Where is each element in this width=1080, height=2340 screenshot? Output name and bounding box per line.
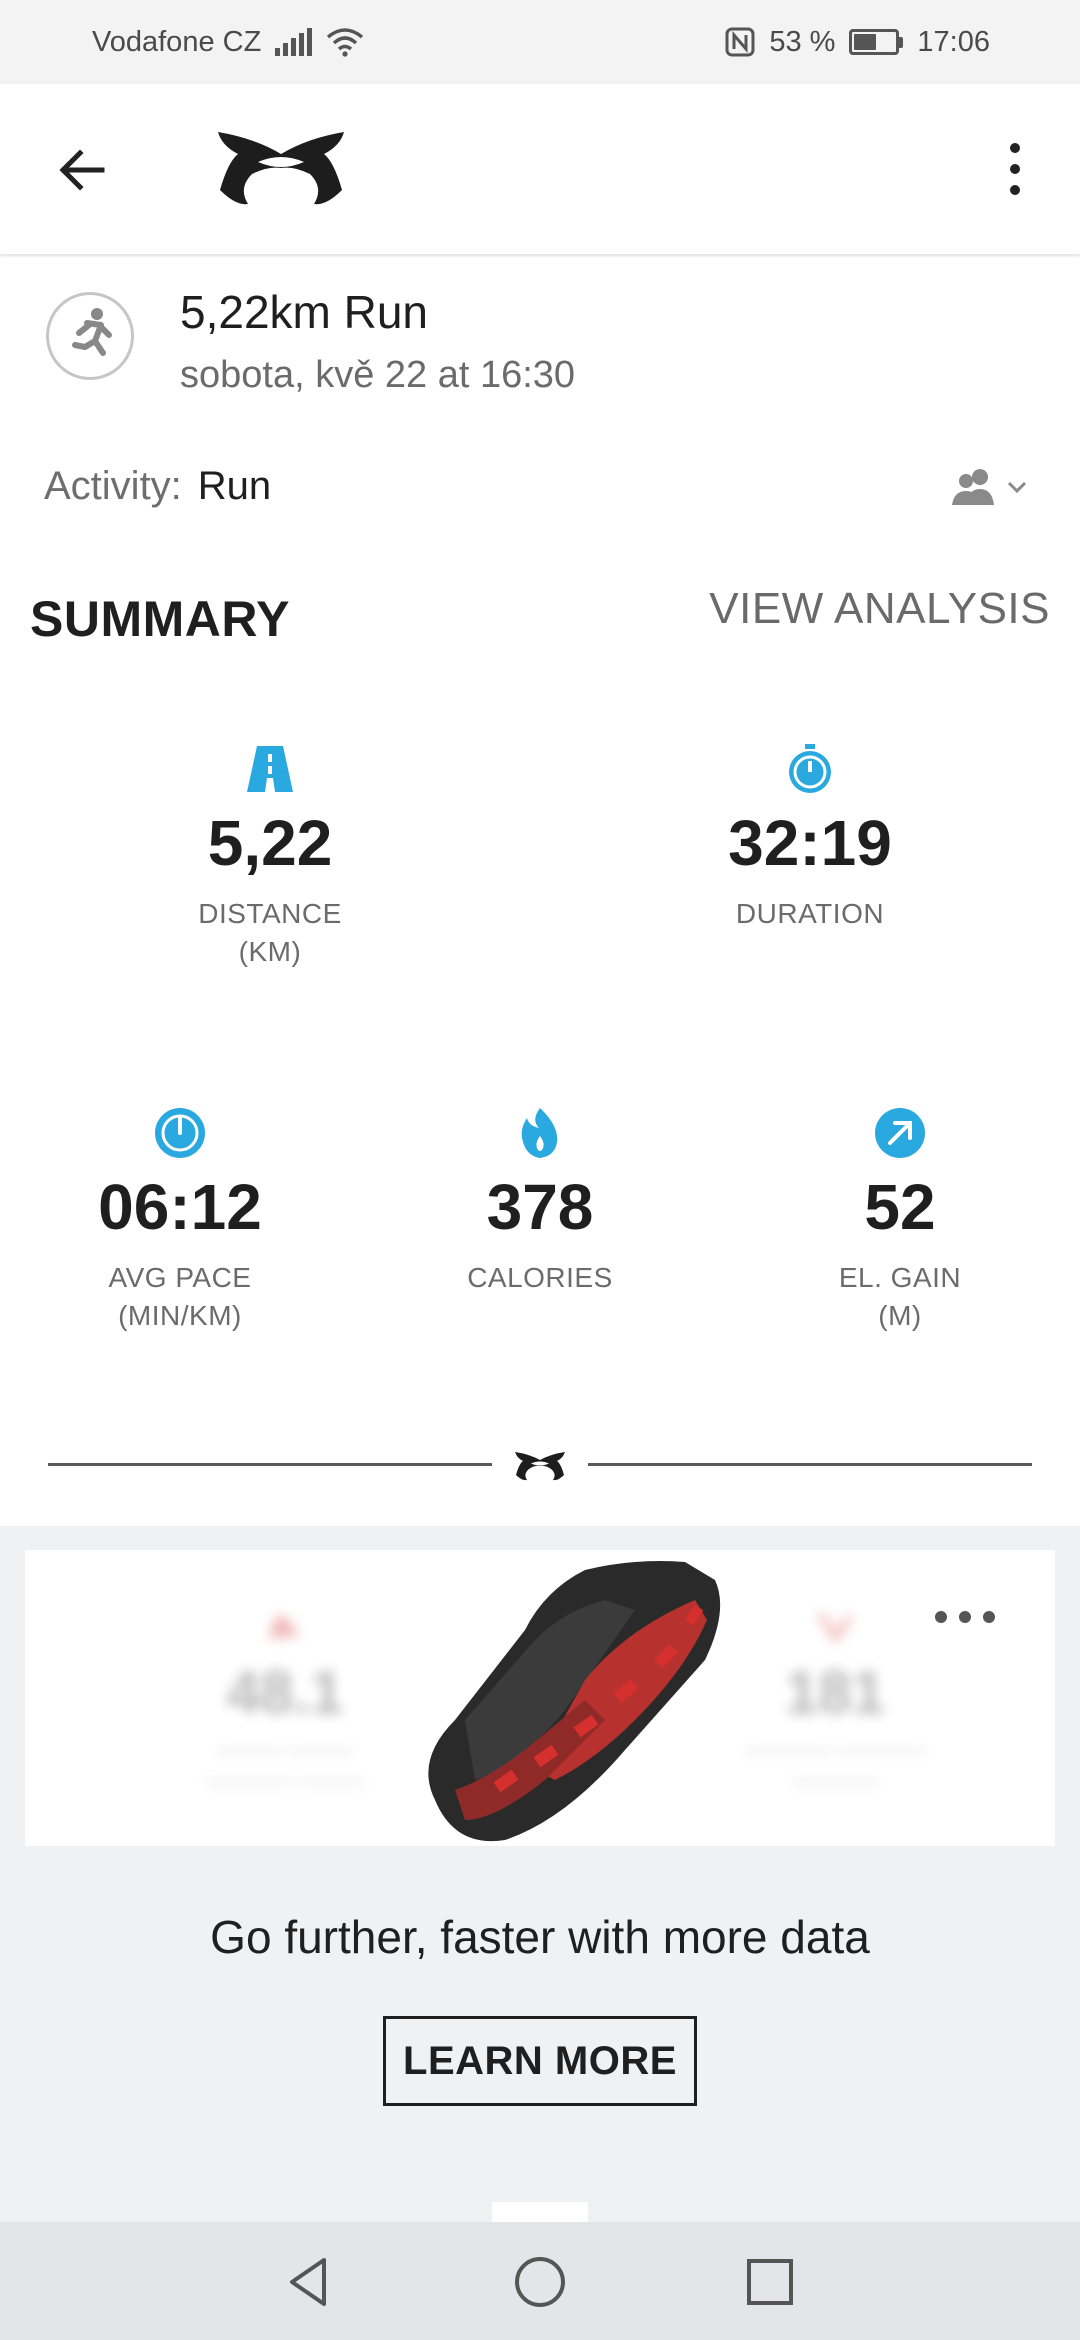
blurred-value-left: 48.1 bbox=[226, 1659, 344, 1726]
promo-card[interactable]: 48.1 ——— ——— ———— ——— 181 ———— ———— ———— bbox=[25, 1550, 1055, 1846]
clock: 17:06 bbox=[917, 25, 990, 58]
under-armour-logo bbox=[218, 132, 344, 205]
app-bar bbox=[0, 84, 1080, 254]
system-navigation-bar bbox=[0, 2222, 1080, 2340]
blurred-label-right: ———— ———— ———— bbox=[743, 1737, 927, 1793]
status-bar: Vodafone CZ 53 % 17:06 bbox=[0, 0, 1080, 84]
blurred-label-left: ——— ——— ———— ——— bbox=[204, 1737, 366, 1793]
chevron-down-icon bbox=[1007, 481, 1027, 494]
view-analysis-link[interactable]: VIEW ANALYSIS bbox=[709, 584, 1050, 634]
distance-label: DISTANCE (KM) bbox=[198, 898, 342, 967]
nav-back-icon[interactable] bbox=[280, 2252, 340, 2312]
speedometer-icon bbox=[155, 1108, 205, 1158]
under-armour-small-logo bbox=[515, 1452, 565, 1481]
avg-pace-label: AVG PACE (MIN/KM) bbox=[108, 1262, 252, 1331]
shoe-icon bbox=[268, 1614, 300, 1638]
activity-row[interactable]: Activity: Run bbox=[44, 464, 271, 509]
workout-title: 5,22km Run bbox=[180, 286, 429, 338]
workout-date: sobota, kvě 22 at 16:30 bbox=[180, 354, 576, 396]
duration-value: 32:19 bbox=[728, 807, 892, 879]
duration-label: DURATION bbox=[735, 898, 885, 930]
promo-text: Go further, faster with more data bbox=[210, 1911, 870, 1963]
nav-recents-icon[interactable] bbox=[740, 2252, 800, 2312]
shoe-image bbox=[428, 1561, 721, 1842]
stat-calories: 378 CALORIES bbox=[390, 1106, 690, 1297]
battery-icon bbox=[849, 29, 904, 55]
calories-label: CALORIES bbox=[467, 1262, 613, 1294]
calories-value: 378 bbox=[486, 1171, 594, 1243]
privacy-selector[interactable] bbox=[950, 462, 1030, 512]
blurred-stat-left: 48.1 ——— ——— ———— ——— bbox=[175, 1608, 395, 1797]
carrier-name: Vodafone CZ bbox=[92, 25, 262, 58]
stopwatch-icon bbox=[789, 744, 831, 793]
elevation-gain-value: 52 bbox=[864, 1171, 936, 1243]
promo-more-button[interactable] bbox=[935, 1606, 995, 1628]
road-icon bbox=[247, 746, 293, 792]
divider-right bbox=[588, 1463, 1032, 1466]
blurred-value-right: 181 bbox=[784, 1659, 886, 1726]
signal-icon bbox=[275, 28, 313, 56]
stat-elevation-gain: 52 EL. GAIN (M) bbox=[750, 1106, 1050, 1335]
summary-heading: SUMMARY bbox=[30, 591, 290, 647]
learn-more-button[interactable]: LEARN MORE bbox=[383, 2016, 697, 2106]
avg-pace-value: 06:12 bbox=[98, 1171, 262, 1243]
scroll-indicator bbox=[492, 2202, 588, 2222]
cadence-icon bbox=[817, 1612, 853, 1644]
stat-distance: 5,22 DISTANCE (KM) bbox=[120, 742, 420, 971]
wifi-icon bbox=[327, 28, 364, 57]
friends-privacy-icon bbox=[952, 469, 994, 505]
nav-home-icon[interactable] bbox=[510, 2252, 570, 2312]
nfc-icon bbox=[725, 27, 755, 57]
flame-icon bbox=[521, 1108, 558, 1158]
divider-left bbox=[48, 1463, 492, 1466]
more-options-button[interactable] bbox=[1000, 139, 1030, 199]
distance-value: 5,22 bbox=[207, 807, 333, 879]
activity-label: Activity: bbox=[44, 464, 182, 508]
stat-avg-pace: 06:12 AVG PACE (MIN/KM) bbox=[30, 1106, 330, 1335]
arrow-up-right-icon bbox=[875, 1108, 925, 1158]
elevation-gain-label: EL. GAIN (M) bbox=[838, 1262, 962, 1331]
battery-percentage: 53 % bbox=[769, 25, 836, 58]
stat-duration: 32:19 DURATION bbox=[660, 742, 960, 933]
back-arrow-icon[interactable] bbox=[52, 140, 112, 200]
runner-icon bbox=[46, 292, 134, 380]
blurred-stat-right: 181 ———— ———— ———— bbox=[725, 1608, 945, 1797]
activity-value: Run bbox=[197, 464, 272, 508]
